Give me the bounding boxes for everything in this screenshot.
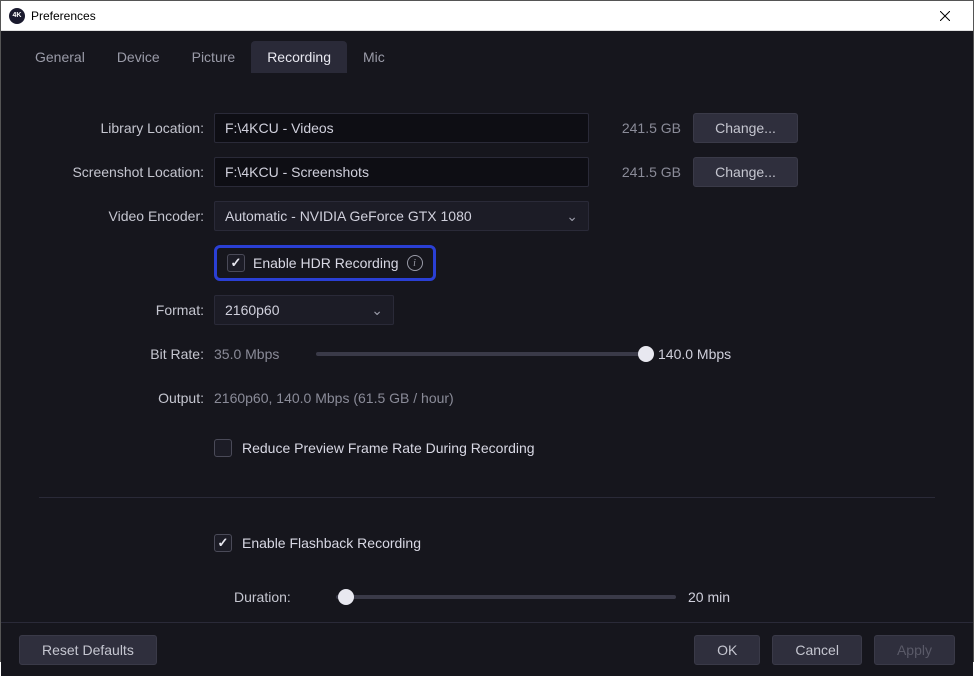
tab-bar: General Device Picture Recording Mic xyxy=(1,31,973,73)
library-location-input[interactable] xyxy=(214,113,589,143)
app-icon: 4K xyxy=(9,8,25,24)
settings-panel: Library Location: 241.5 GB Change... Scr… xyxy=(1,73,973,622)
flashback-label: Enable Flashback Recording xyxy=(242,535,421,551)
titlebar: 4K Preferences xyxy=(1,1,973,31)
content-area: General Device Picture Recording Mic Lib… xyxy=(1,31,973,676)
reduce-preview-row: Reduce Preview Frame Rate During Recordi… xyxy=(39,433,935,463)
screenshot-location-row: Screenshot Location: 241.5 GB Change... xyxy=(39,157,935,187)
preferences-window: 4K Preferences General Device Picture Re… xyxy=(0,0,974,662)
button-bar: Reset Defaults OK Cancel Apply xyxy=(1,622,973,676)
video-encoder-value: Automatic - NVIDIA GeForce GTX 1080 xyxy=(225,208,472,224)
bitrate-label: Bit Rate: xyxy=(39,346,214,362)
duration-slider[interactable] xyxy=(336,595,676,599)
hdr-row: Enable HDR Recording i xyxy=(39,245,935,281)
library-change-button[interactable]: Change... xyxy=(693,113,798,143)
flashback-checkbox[interactable] xyxy=(214,534,232,552)
hdr-checkbox[interactable] xyxy=(227,254,245,272)
library-size: 241.5 GB xyxy=(601,120,681,136)
flashback-duration-row: Duration: 20 min xyxy=(39,582,935,612)
window-title: Preferences xyxy=(31,9,925,23)
bitrate-slider[interactable] xyxy=(316,352,646,356)
duration-value: 20 min xyxy=(688,589,788,605)
hdr-highlight-box: Enable HDR Recording i xyxy=(214,245,436,281)
video-encoder-row: Video Encoder: Automatic - NVIDIA GeForc… xyxy=(39,201,935,231)
tab-device[interactable]: Device xyxy=(101,41,176,73)
duration-label: Duration: xyxy=(234,589,324,605)
tab-recording[interactable]: Recording xyxy=(251,41,347,73)
library-location-label: Library Location: xyxy=(39,120,214,136)
screenshot-size: 241.5 GB xyxy=(601,164,681,180)
video-encoder-label: Video Encoder: xyxy=(39,208,214,224)
video-encoder-select[interactable]: Automatic - NVIDIA GeForce GTX 1080 ⌄ xyxy=(214,201,589,231)
divider xyxy=(39,497,935,498)
bitrate-row: Bit Rate: 35.0 Mbps 140.0 Mbps xyxy=(39,339,935,369)
bitrate-max: 140.0 Mbps xyxy=(658,346,758,362)
hdr-label: Enable HDR Recording xyxy=(253,255,399,271)
cancel-button[interactable]: Cancel xyxy=(772,635,862,665)
flashback-enable-row: Enable Flashback Recording xyxy=(39,528,935,558)
tab-picture[interactable]: Picture xyxy=(176,41,252,73)
reduce-preview-label: Reduce Preview Frame Rate During Recordi… xyxy=(242,440,535,456)
bitrate-min: 35.0 Mbps xyxy=(214,346,304,362)
ok-button[interactable]: OK xyxy=(694,635,760,665)
chevron-down-icon: ⌄ xyxy=(371,302,383,319)
format-value: 2160p60 xyxy=(225,302,280,318)
bitrate-thumb[interactable] xyxy=(638,346,654,362)
info-icon[interactable]: i xyxy=(407,255,423,271)
screenshot-location-input[interactable] xyxy=(214,157,589,187)
format-select[interactable]: 2160p60 ⌄ xyxy=(214,295,394,325)
format-label: Format: xyxy=(39,302,214,318)
screenshot-change-button[interactable]: Change... xyxy=(693,157,798,187)
screenshot-location-label: Screenshot Location: xyxy=(39,164,214,180)
tab-mic[interactable]: Mic xyxy=(347,41,401,73)
apply-button[interactable]: Apply xyxy=(874,635,955,665)
output-row: Output: 2160p60, 140.0 Mbps (61.5 GB / h… xyxy=(39,383,935,413)
close-button[interactable] xyxy=(925,1,965,31)
reduce-preview-checkbox[interactable] xyxy=(214,439,232,457)
duration-thumb[interactable] xyxy=(338,589,354,605)
reset-defaults-button[interactable]: Reset Defaults xyxy=(19,635,157,665)
library-location-row: Library Location: 241.5 GB Change... xyxy=(39,113,935,143)
chevron-down-icon: ⌄ xyxy=(566,208,578,225)
output-label: Output: xyxy=(39,390,214,406)
format-row: Format: 2160p60 ⌄ xyxy=(39,295,935,325)
close-icon xyxy=(940,11,950,21)
output-value: 2160p60, 140.0 Mbps (61.5 GB / hour) xyxy=(214,390,454,406)
tab-general[interactable]: General xyxy=(19,41,101,73)
